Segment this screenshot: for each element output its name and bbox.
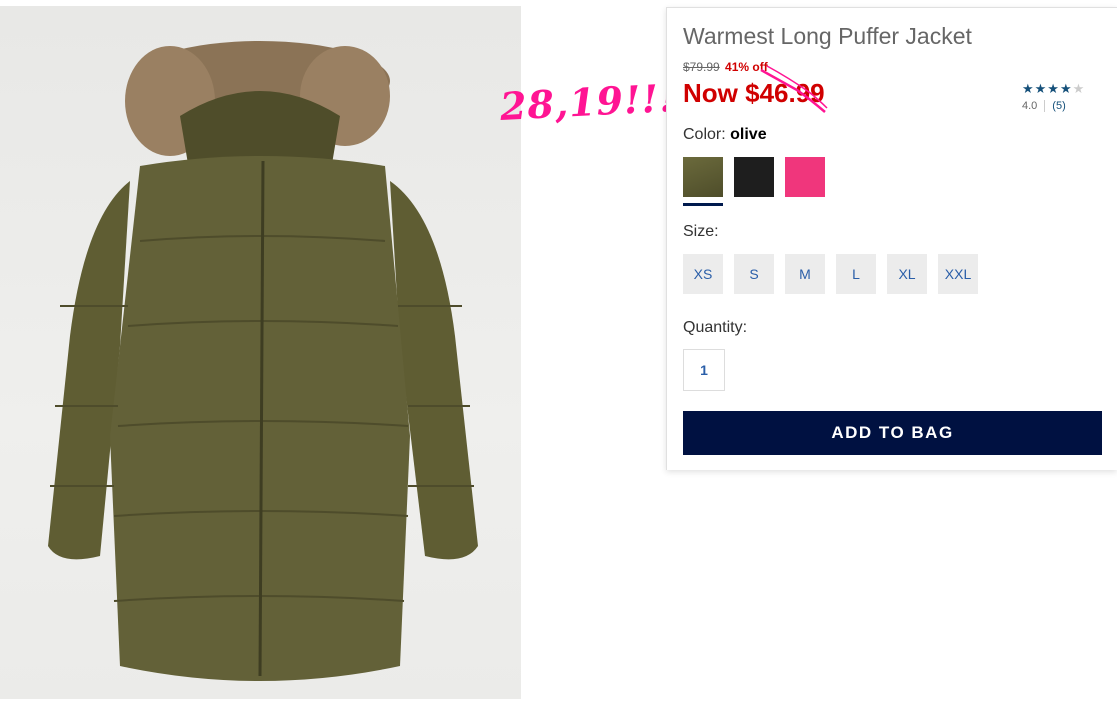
price-strike-annotation [760, 65, 828, 113]
color-label: Color: olive [683, 126, 767, 143]
review-count-link[interactable]: (5) [1052, 100, 1065, 112]
star-rating-icon: ★★★★★ [1022, 81, 1086, 96]
add-to-bag-button[interactable]: ADD TO BAG [683, 411, 1102, 455]
handwritten-price-annotation: 28,19!!! [498, 74, 678, 129]
size-xxl-button[interactable]: XXL [938, 254, 978, 294]
size-s-button[interactable]: S [734, 254, 774, 294]
selected-swatch-indicator [683, 203, 723, 206]
puffer-jacket-illustration [48, 41, 478, 681]
product-details-panel: Warmest Long Puffer Jacket $79.99 41% of… [666, 7, 1117, 470]
rating-block[interactable]: ★★★★★ 4.0 (5) [1022, 81, 1086, 113]
size-xs-button[interactable]: XS [683, 254, 723, 294]
price-row: $79.99 41% off [683, 60, 768, 74]
selected-color: olive [730, 126, 767, 143]
swatch-pink[interactable] [785, 157, 825, 197]
product-image [0, 6, 521, 699]
size-xl-button[interactable]: XL [887, 254, 927, 294]
size-label: Size: [683, 223, 719, 240]
product-title: Warmest Long Puffer Jacket [683, 23, 972, 49]
quantity-label: Quantity: [683, 319, 748, 336]
quantity-input[interactable] [683, 349, 725, 391]
original-price: $79.99 [683, 60, 720, 74]
rating-divider [1044, 100, 1046, 113]
size-l-button[interactable]: L [836, 254, 876, 294]
swatch-black[interactable] [734, 157, 774, 197]
rating-value: 4.0 [1022, 100, 1038, 112]
size-m-button[interactable]: M [785, 254, 825, 294]
swatch-olive[interactable] [683, 157, 723, 197]
